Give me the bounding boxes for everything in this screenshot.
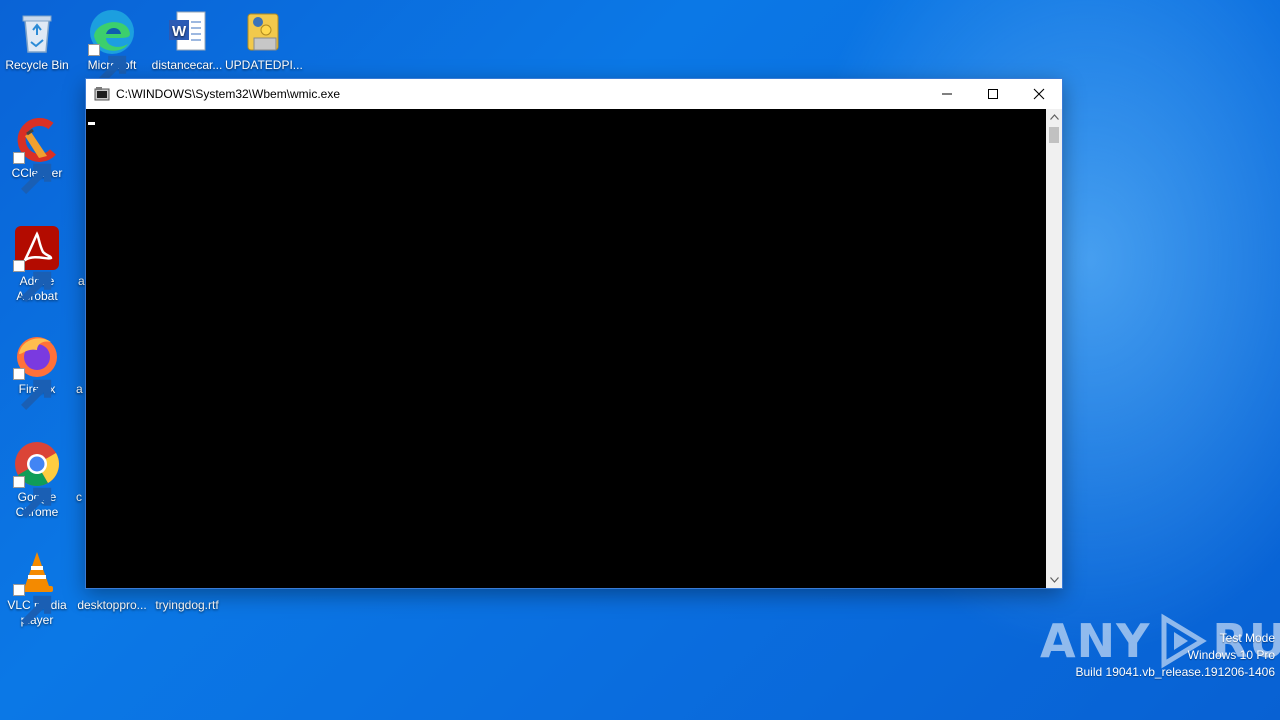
desktop-icon-label: UPDATEDPI... bbox=[225, 58, 303, 72]
desktop-icon-label: tryingdog.rtf bbox=[155, 598, 219, 612]
adobe-acrobat-icon bbox=[13, 224, 61, 302]
close-icon bbox=[1033, 88, 1045, 100]
desktop-icon-google-chrome[interactable]: Google Chrome bbox=[0, 440, 74, 520]
test-mode-text: Test Mode bbox=[1219, 631, 1275, 645]
desktop-icon-adobe-acrobat[interactable]: Adobe Acrobat bbox=[0, 224, 74, 304]
minimize-icon bbox=[942, 93, 952, 95]
desktop-icon-tryingdog[interactable]: tryingdog.rtf bbox=[150, 598, 224, 613]
title-bar[interactable]: C:\WINDOWS\System32\Wbem\wmic.exe bbox=[86, 79, 1062, 109]
scroll-down-button[interactable] bbox=[1046, 572, 1062, 588]
desktop-icon-desktoppro[interactable]: desktoppro... bbox=[75, 598, 149, 613]
desktop-icon-microsoft-edge[interactable]: Microsoft Edge bbox=[75, 8, 149, 86]
os-edition-text: Windows 10 Pro bbox=[1187, 648, 1275, 662]
word-document-icon: W bbox=[163, 8, 211, 56]
console-output-area[interactable] bbox=[86, 109, 1047, 588]
vlc-icon bbox=[13, 548, 61, 626]
console-app-icon bbox=[94, 86, 110, 102]
chevron-up-icon bbox=[1049, 114, 1059, 120]
system-info-overlay: Test Mode Windows 10 Pro Build 19041.vb_… bbox=[1076, 630, 1276, 681]
text-cursor bbox=[88, 122, 95, 125]
desktop-icon-ccleaner[interactable]: CCleaner bbox=[0, 116, 74, 194]
firefox-icon bbox=[13, 332, 61, 410]
svg-text:W: W bbox=[172, 23, 187, 40]
python-file-icon bbox=[238, 8, 286, 56]
ccleaner-icon bbox=[13, 116, 61, 194]
vertical-scrollbar[interactable] bbox=[1046, 109, 1062, 588]
shortcut-arrow-icon bbox=[13, 476, 52, 518]
scroll-up-button[interactable] bbox=[1046, 109, 1062, 125]
shortcut-arrow-icon bbox=[13, 584, 52, 626]
shortcut-arrow-icon bbox=[13, 368, 52, 410]
edge-icon bbox=[88, 8, 136, 86]
minimize-button[interactable] bbox=[924, 79, 970, 109]
desktop-icon-recycle-bin[interactable]: Recycle Bin bbox=[0, 8, 74, 73]
desktop-icon-distancecar[interactable]: W distancecar... bbox=[150, 8, 224, 73]
desktop-icon-label: Recycle Bin bbox=[5, 58, 69, 72]
close-button[interactable] bbox=[1016, 79, 1062, 109]
maximize-icon bbox=[988, 89, 998, 99]
maximize-button[interactable] bbox=[970, 79, 1016, 109]
desktop-icon-firefox[interactable]: Firefox bbox=[0, 332, 74, 410]
recycle-bin-icon bbox=[13, 8, 61, 56]
desktop-icon-label: distancecar... bbox=[151, 58, 223, 72]
desktop-icon-updatedpi[interactable]: UPDATEDPI... bbox=[225, 8, 303, 73]
scroll-thumb[interactable] bbox=[1049, 127, 1059, 143]
console-window[interactable]: C:\WINDOWS\System32\Wbem\wmic.exe bbox=[85, 78, 1063, 589]
shortcut-arrow-icon bbox=[88, 44, 127, 86]
build-text: Build 19041.vb_release.191206-1406 bbox=[1075, 665, 1276, 679]
chevron-down-icon bbox=[1049, 577, 1059, 583]
shortcut-arrow-icon bbox=[13, 152, 52, 194]
desktop-icon-label: desktoppro... bbox=[77, 598, 147, 612]
window-title: C:\WINDOWS\System32\Wbem\wmic.exe bbox=[116, 87, 341, 101]
shortcut-arrow-icon bbox=[13, 260, 52, 302]
desktop-icon-vlc[interactable]: VLC media player bbox=[0, 548, 74, 628]
chrome-icon bbox=[13, 440, 61, 518]
